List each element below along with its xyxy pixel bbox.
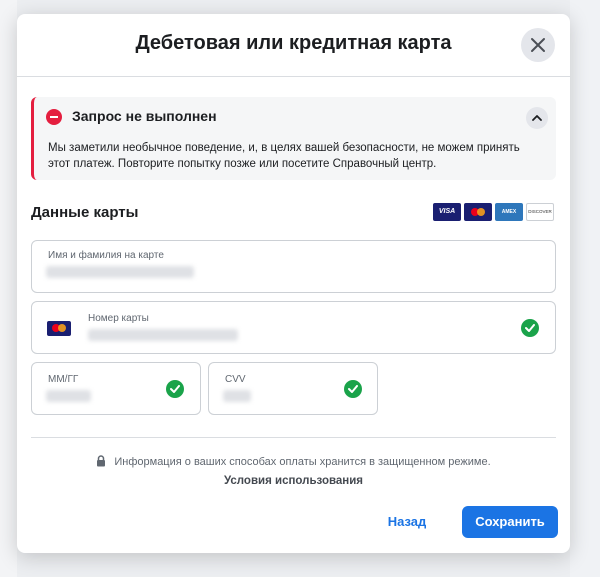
cardholder-name-label: Имя и фамилия на карте <box>48 250 164 261</box>
save-button[interactable]: Сохранить <box>462 506 558 538</box>
expiry-label: ММ/ГГ <box>48 374 79 385</box>
cvv-valid-icon <box>344 380 362 398</box>
alert-collapse-button[interactable] <box>526 107 548 129</box>
expiry-value <box>46 390 91 402</box>
cardholder-name-value <box>46 266 194 278</box>
expiry-field[interactable]: ММ/ГГ <box>31 362 201 415</box>
terms-link[interactable]: Условия использования <box>17 475 570 487</box>
secure-info-text: Информация о ваших способах оплаты храни… <box>114 456 491 468</box>
chevron-up-icon <box>532 115 542 121</box>
mastercard-icon <box>47 321 71 336</box>
card-number-label: Номер карты <box>88 313 149 324</box>
error-minus-icon <box>46 109 62 125</box>
cvv-label: CVV <box>225 374 246 385</box>
lock-icon <box>97 455 106 467</box>
card-number-field[interactable]: Номер карты <box>31 301 556 354</box>
discover-logo: DISCOVER <box>526 203 554 221</box>
card-number-valid-icon <box>521 319 539 337</box>
secure-info: Информация о ваших способах оплаты храни… <box>17 455 570 468</box>
alert-message: Мы заметили необычное поведение, и, в це… <box>48 142 520 170</box>
cvv-field[interactable]: CVV <box>208 362 378 415</box>
close-icon <box>531 38 545 52</box>
cardholder-name-field[interactable]: Имя и фамилия на карте <box>31 240 556 293</box>
payment-card-dialog: Дебетовая или кредитная карта Запрос не … <box>17 14 570 553</box>
mastercard-logo <box>464 203 492 221</box>
expiry-valid-icon <box>166 380 184 398</box>
amex-logo: AMEX <box>495 203 523 221</box>
card-section-title: Данные карты <box>31 204 139 221</box>
footer-divider <box>31 437 556 438</box>
backdrop-right-panel <box>570 0 600 577</box>
back-button[interactable]: Назад <box>375 506 439 538</box>
title-divider <box>17 76 570 77</box>
cvv-value <box>223 390 251 402</box>
alert-title: Запрос не выполнен <box>72 108 217 124</box>
close-button[interactable] <box>521 28 555 62</box>
card-number-value <box>88 329 238 341</box>
visa-logo: VISA <box>433 203 461 221</box>
error-alert: Запрос не выполнен Мы заметили необычное… <box>31 97 556 180</box>
backdrop-left-panel <box>0 0 17 577</box>
dialog-title: Дебетовая или кредитная карта <box>135 32 452 54</box>
